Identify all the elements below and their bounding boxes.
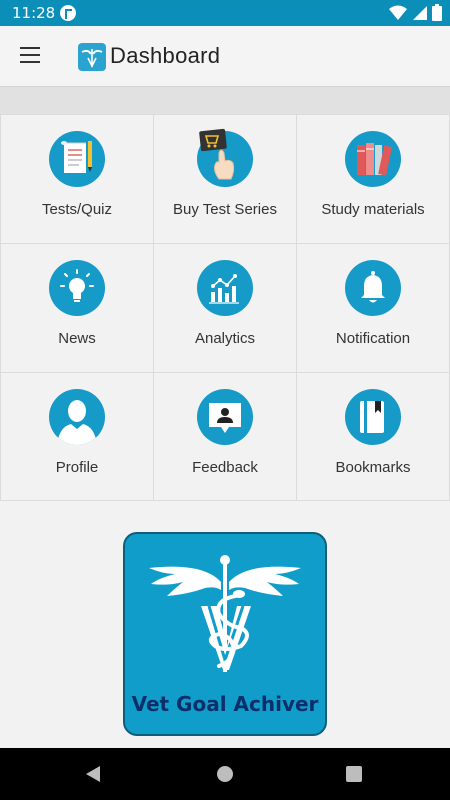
status-icons: [389, 4, 442, 22]
system-nav-bar: [0, 748, 450, 800]
tile-label: News: [58, 330, 96, 347]
tests-quiz-icon: [49, 131, 105, 187]
status-bar: 11:28: [0, 0, 450, 26]
back-icon[interactable]: [84, 764, 102, 784]
tile-label: Bookmarks: [335, 459, 411, 476]
status-time: 11:28: [12, 4, 56, 22]
home-icon[interactable]: [217, 766, 233, 782]
tile-notification[interactable]: Notification: [296, 243, 450, 372]
tile-news[interactable]: News: [0, 243, 153, 372]
tile-tests-quiz[interactable]: Tests/Quiz: [0, 114, 153, 243]
tile-label: Buy Test Series: [173, 201, 277, 218]
veterinary-caduceus-emblem-icon: [149, 555, 301, 672]
feedback-icon: [197, 389, 253, 445]
dashboard-grid: Tests/Quiz Buy Test Series Study materia…: [0, 114, 450, 502]
news-icon: [49, 260, 105, 316]
tile-label: Tests/Quiz: [41, 201, 113, 218]
wifi-icon: [389, 5, 408, 20]
page-title: Dashboard: [110, 43, 221, 68]
tile-label: Profile: [55, 459, 99, 476]
bookmarks-icon: [345, 389, 401, 445]
profile-icon: [49, 389, 105, 445]
tile-label: Notification: [335, 330, 411, 347]
analytics-icon: [197, 260, 253, 316]
tile-profile[interactable]: Profile: [0, 372, 153, 501]
brand-logo-card: Vet Goal Achiver: [123, 532, 327, 736]
tile-bookmarks[interactable]: Bookmarks: [296, 372, 450, 501]
brand-name: Vet Goal Achiver: [131, 692, 319, 716]
battery-icon: [432, 4, 442, 22]
app-logo-icon: [78, 43, 106, 71]
signal-icon: [412, 5, 427, 20]
tile-label: Study materials: [321, 201, 425, 218]
study-materials-icon: [345, 131, 401, 187]
app-notification-icon: [60, 5, 76, 21]
tile-label: Analytics: [194, 330, 256, 347]
tile-analytics[interactable]: Analytics: [153, 243, 296, 372]
tile-label: Feedback: [192, 459, 258, 476]
recents-icon[interactable]: [346, 766, 362, 782]
header-divider: [0, 86, 450, 114]
notification-icon: [345, 260, 401, 316]
tile-feedback[interactable]: Feedback: [153, 372, 296, 501]
app-bar: Dashboard: [0, 26, 450, 86]
buy-test-series-icon: [197, 128, 253, 187]
tile-study-materials[interactable]: Study materials: [296, 114, 450, 243]
tile-buy-test-series[interactable]: Buy Test Series: [153, 114, 296, 243]
hamburger-menu-icon[interactable]: [14, 42, 46, 70]
